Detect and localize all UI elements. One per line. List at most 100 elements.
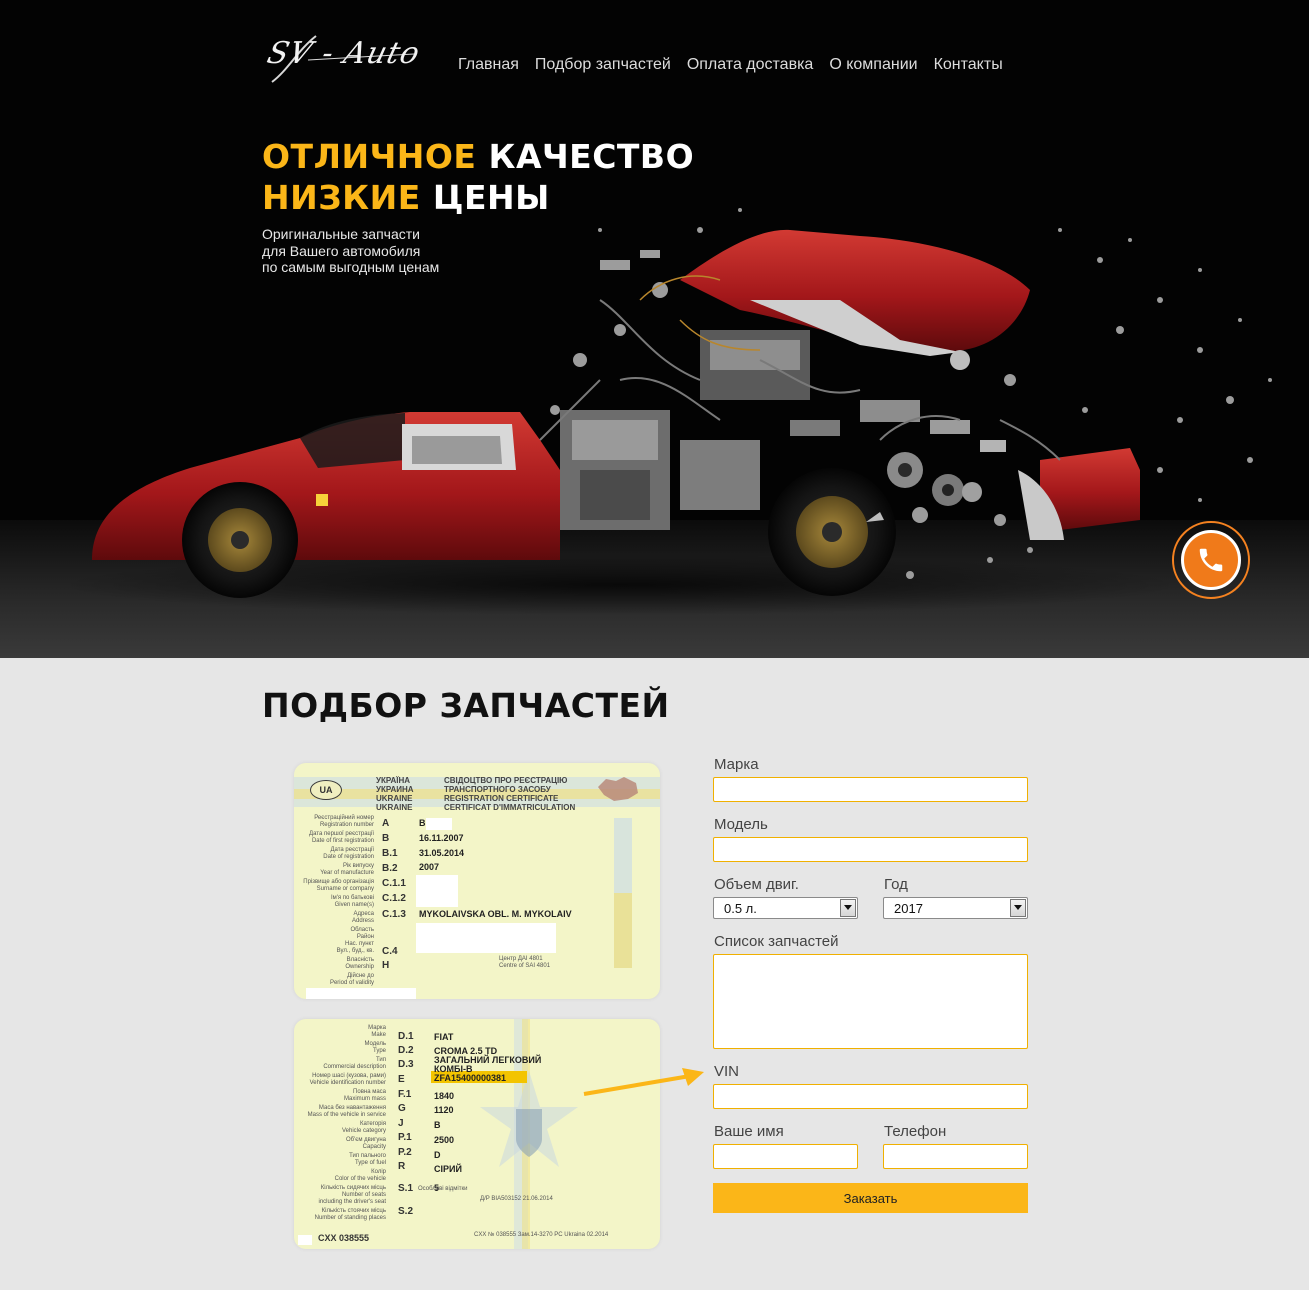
- doc-code: D.1: [398, 1031, 414, 1042]
- doc-code: F.1: [398, 1089, 412, 1100]
- brand-field-box: [713, 777, 1028, 802]
- vin-label: VIN: [714, 1063, 740, 1080]
- doc-code: C.1.1: [382, 878, 406, 889]
- nav-item-about[interactable]: О компании: [829, 56, 917, 74]
- headline-rest-2: ЦЕНЫ: [432, 178, 550, 217]
- doc-value: 2007: [419, 862, 440, 872]
- doc-code: C.1.2: [382, 893, 406, 904]
- doc-value: FIAT: [434, 1032, 454, 1042]
- registration-certificate-front: UA УКРАЇНА УКРАИНА UKRAINE UKRAINE СВІДОЦТВ…: [294, 763, 660, 999]
- redaction: [306, 988, 416, 999]
- phone-label: Телефон: [884, 1123, 947, 1140]
- logo[interactable]: SV - Auto: [264, 30, 424, 86]
- doc-stripe: [614, 893, 632, 968]
- headline-rest-1: КАЧЕСТВО: [488, 137, 695, 176]
- doc-code: D.3: [398, 1059, 414, 1070]
- phone-icon: [1199, 548, 1223, 572]
- country-badge: UA: [310, 780, 342, 800]
- doc-code: J: [398, 1118, 404, 1129]
- year-select[interactable]: 2017: [883, 897, 1028, 919]
- doc-code: P.2: [398, 1147, 412, 1158]
- doc-value: СІРИЙ: [434, 1164, 462, 1174]
- doc-value: 1120: [434, 1105, 454, 1115]
- redaction: [298, 1235, 312, 1245]
- redaction: [416, 875, 458, 907]
- engine-volume-label: Объем двиг.: [714, 876, 799, 893]
- doc-row-labels: Реєстраційний номер Registration number Д…: [303, 815, 374, 986]
- year-value: 2017: [894, 901, 923, 916]
- model-field-box: [713, 837, 1028, 862]
- doc-code: B.1: [382, 848, 398, 859]
- doc-code: C.4: [382, 946, 398, 957]
- order-button[interactable]: Заказать: [713, 1183, 1028, 1213]
- registration-certificate-back: Марка Make Модель Type Тип Commercial descr…: [294, 1019, 660, 1249]
- main-nav: Главная Подбор запчастей Оплата доставка…: [458, 56, 1003, 74]
- doc-code: A: [382, 818, 390, 829]
- doc-value: B: [434, 1120, 441, 1130]
- brand-label: Марка: [714, 756, 759, 773]
- nav-item-parts[interactable]: Подбор запчастей: [535, 56, 671, 74]
- hero-subtitle-line: Оригинальные запчасти: [262, 226, 420, 242]
- brand-input[interactable]: [714, 778, 1027, 801]
- doc-code: H: [382, 960, 390, 971]
- doc-code: B: [382, 833, 390, 844]
- doc-value: MYKOLAIVSKA OBL. M. MYKOLAIV: [419, 909, 572, 919]
- stamp-note: Д/Р BIA503152 21.06.2014: [480, 1196, 553, 1202]
- hero-subtitle-line: по самым выгодным ценам: [262, 259, 440, 275]
- seats-note: Особливі відмітки: [418, 1186, 468, 1192]
- doc-serial: CXX 038555: [318, 1233, 370, 1243]
- name-field-box: [713, 1144, 858, 1169]
- vin-input[interactable]: [714, 1085, 1027, 1108]
- vin-value: ZFA15400000381: [434, 1073, 507, 1083]
- nav-item-home[interactable]: Главная: [458, 56, 519, 74]
- hero-subtitle: Оригинальные запчасти для Вашего автомоб…: [262, 226, 439, 276]
- exploded-car-image: [60, 208, 1272, 615]
- nav-item-payment-delivery[interactable]: Оплата доставка: [687, 56, 814, 74]
- nav-item-contacts[interactable]: Контакты: [934, 56, 1003, 74]
- parts-list-textarea[interactable]: [714, 955, 1027, 1048]
- headline-accent-2: НИЗКИЕ: [262, 178, 421, 217]
- call-button-inner: [1181, 530, 1241, 590]
- model-input[interactable]: [714, 838, 1027, 861]
- doc-value: D: [434, 1150, 441, 1160]
- doc-code: P.1: [398, 1132, 412, 1143]
- doc-code: D.2: [398, 1045, 414, 1056]
- dropdown-arrow-icon: [844, 905, 852, 910]
- parts-list-field-box: [713, 954, 1028, 1049]
- dropdown-arrow-icon: [1014, 905, 1022, 910]
- model-label: Модель: [714, 816, 768, 833]
- doc-value: 1840: [434, 1091, 455, 1101]
- ukraine-map-icon: [598, 777, 638, 801]
- doc-code: C.1.3: [382, 909, 406, 920]
- doc-code: G: [398, 1103, 406, 1114]
- engine-volume-select[interactable]: 0.5 л.: [713, 897, 858, 919]
- vin-arrow-icon: [583, 1068, 704, 1096]
- doc-code: R: [398, 1161, 406, 1172]
- doc-row-labels: Марка Make Модель Type Тип Commercial descr…: [307, 1025, 386, 1221]
- doc-code: S.2: [398, 1206, 414, 1217]
- doc-code: S.1: [398, 1183, 414, 1194]
- hero-headline: ОТЛИЧНОЕ КАЧЕСТВО НИЗКИЕ ЦЕНЫ: [262, 136, 694, 218]
- phone-field-box: [883, 1144, 1028, 1169]
- doc-value: 2500: [434, 1135, 455, 1145]
- vin-field-box: [713, 1084, 1028, 1109]
- doc-centre: Центр ДАІ 4801 Centre of SAI 4801: [499, 956, 551, 969]
- doc-footer-note: CXX № 038555 Зам.14-3270 PC Ukraina 02.2…: [474, 1232, 609, 1238]
- phone-input[interactable]: [884, 1145, 1027, 1168]
- headline-accent-1: ОТЛИЧНОЕ: [262, 137, 477, 176]
- doc-header: УКРАЇНА УКРАИНА UKRAINE UKRAINE: [376, 776, 414, 812]
- name-input[interactable]: [714, 1145, 857, 1168]
- select-arrow: [1010, 899, 1026, 917]
- call-button[interactable]: [1172, 521, 1250, 599]
- doc-value: 16.11.2007: [419, 833, 464, 843]
- coat-of-arms-watermark-icon: [480, 1071, 578, 1167]
- select-arrow: [840, 899, 856, 917]
- name-label: Ваше имя: [714, 1123, 784, 1140]
- section-title: ПОДБОР ЗАПЧАСТЕЙ: [262, 686, 670, 725]
- year-label: Год: [884, 876, 908, 893]
- logo-text: SV - Auto: [263, 36, 424, 71]
- doc-title: СВІДОЦТВО ПРО РЕЄСТРАЦІЮ ТРАНСПОРТНОГО ЗА…: [444, 776, 576, 812]
- doc-code: B.2: [382, 863, 398, 874]
- hero-section: SV - Auto Главная Подбор запчастей Оплат…: [0, 0, 1309, 658]
- engine-volume-value: 0.5 л.: [724, 901, 757, 916]
